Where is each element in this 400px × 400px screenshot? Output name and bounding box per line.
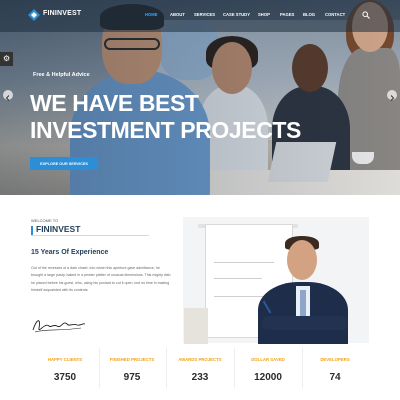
slider-prev-button[interactable]	[3, 90, 13, 101]
logo-icon	[28, 9, 40, 21]
chevron-right-icon	[390, 95, 395, 101]
stat-label-happy-clients: HAPPY CLIENTS	[47, 357, 83, 362]
whiteboard-line	[214, 262, 274, 263]
whiteboard-line	[214, 278, 262, 279]
slider-next-button[interactable]	[387, 90, 397, 101]
search-icon[interactable]	[362, 11, 370, 19]
stat-value-finished-projects: 975	[123, 372, 141, 383]
stat-value-happy-clients: 3750	[53, 372, 77, 383]
stat-value-dollar-saved: 12000	[254, 372, 282, 383]
nav-services[interactable]: SERVICES	[194, 12, 215, 17]
stat-label-developers: DEVELOPERS	[320, 357, 350, 362]
logo-text[interactable]: FININVEST	[43, 10, 81, 17]
nav-blog[interactable]: BLOG	[303, 12, 315, 17]
businessman-tie	[300, 290, 306, 316]
about-paragraph: Out of the recesses of a dark closet, in…	[31, 266, 171, 293]
nav-case-study[interactable]: CASE STUDY	[223, 12, 250, 17]
nav-home[interactable]: HOME	[145, 12, 158, 17]
nav-contact[interactable]: CONTACT	[325, 12, 345, 17]
nav-shop[interactable]: SHOP	[258, 12, 270, 17]
settings-toggle[interactable]: ⚙	[0, 52, 13, 66]
whiteboard-line	[214, 296, 268, 297]
stat-label-dollar-saved: DOLLAR SAVED	[251, 357, 285, 362]
stat-label-finished-projects: FINISHED PROJECTS	[109, 357, 155, 362]
heading-accent-bar	[31, 226, 33, 235]
hero-title: WE HAVE BEST INVESTMENT PROJECTS	[30, 90, 301, 143]
explore-services-button[interactable]: EXPLORE OUR SERVICES	[30, 157, 98, 170]
about-brand-heading: FININVEST	[36, 224, 81, 234]
chevron-left-icon	[5, 95, 10, 101]
stat-value-awards-projects: 233	[191, 372, 209, 383]
welcome-label: WELCOME TO	[31, 218, 59, 223]
businessman-face	[287, 240, 317, 280]
gear-icon: ⚙	[3, 54, 11, 63]
stat-label-awards-projects: AWARDS PROJECTS	[178, 357, 222, 362]
hero-kicker: Free & Helpful Advice	[33, 72, 90, 78]
heading-divider	[31, 235, 149, 236]
stat-value-developers: 74	[329, 372, 341, 383]
experience-heading: 15 Years Of Experience	[31, 249, 109, 256]
top-navbar: FININVEST HOME ABOUT SERVICES CASE STUDY…	[0, 0, 400, 32]
nav-pages[interactable]: PAGES	[280, 12, 294, 17]
businessman-arms	[262, 316, 348, 330]
signature-image	[32, 320, 86, 333]
nav-about[interactable]: ABOUT	[170, 12, 185, 17]
shelf	[184, 308, 208, 344]
